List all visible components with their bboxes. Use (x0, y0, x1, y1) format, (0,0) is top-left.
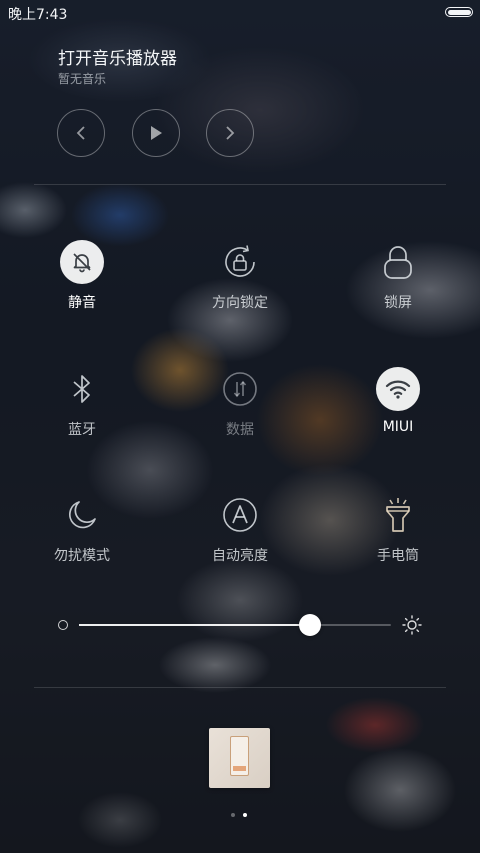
divider (34, 687, 446, 688)
divider (34, 184, 446, 185)
mobile-data-icon (223, 372, 257, 406)
page-indicator-dot (231, 813, 235, 817)
toggle-label: 方向锁定 (212, 295, 268, 311)
next-icon (226, 126, 235, 140)
brightness-slider[interactable] (79, 624, 391, 626)
battery-icon (445, 7, 473, 17)
sun-icon (402, 615, 422, 635)
toggle-do-not-disturb[interactable]: 勿扰模式 (27, 493, 137, 565)
flashlight-icon (386, 498, 410, 532)
music-player-title[interactable]: 打开音乐播放器 (58, 44, 177, 69)
brightness-fill (79, 624, 310, 626)
music-subtitle: 暂无音乐 (58, 72, 107, 86)
bluetooth-icon (73, 375, 90, 403)
phone-illustration (230, 736, 249, 776)
status-time: 晚上7:43 (8, 7, 68, 23)
toggle-bluetooth[interactable]: 蓝牙 (27, 367, 137, 439)
toggle-label: 蓝牙 (68, 422, 96, 438)
page-indicator-dot-active (243, 813, 247, 817)
toggle-lock-screen[interactable]: 锁屏 (343, 240, 453, 312)
previous-icon (76, 126, 85, 140)
play-button[interactable] (132, 109, 180, 157)
toggle-label: 手电筒 (377, 548, 419, 564)
toggle-mute[interactable]: 静音 (27, 240, 137, 312)
toggle-label: 自动亮度 (212, 548, 268, 564)
theme-thumbnail[interactable] (209, 728, 270, 788)
toggle-label: 数据 (226, 422, 254, 438)
brightness-thumb[interactable] (299, 614, 321, 636)
toggle-label: 静音 (68, 295, 96, 311)
toggle-rotation-lock[interactable]: 方向锁定 (185, 240, 295, 312)
rotation-lock-icon (225, 245, 255, 277)
toggle-flashlight[interactable]: 手电筒 (343, 493, 453, 565)
toggle-label: 勿扰模式 (54, 548, 110, 564)
previous-button[interactable] (57, 109, 105, 157)
wifi-icon (385, 380, 411, 399)
toggle-label: MIUI (382, 419, 414, 435)
brightness-min-icon (58, 620, 68, 630)
bell-muted-icon (73, 253, 91, 273)
auto-brightness-icon (223, 498, 257, 532)
moon-icon (69, 501, 96, 529)
next-button[interactable] (206, 109, 254, 157)
toggle-wifi[interactable]: MIUI (343, 367, 453, 435)
lock-icon (384, 246, 412, 279)
toggle-auto-brightness[interactable]: 自动亮度 (185, 493, 295, 565)
toggle-label: 锁屏 (384, 295, 412, 311)
play-icon (151, 126, 162, 140)
toggle-mobile-data[interactable]: 数据 (185, 367, 295, 439)
